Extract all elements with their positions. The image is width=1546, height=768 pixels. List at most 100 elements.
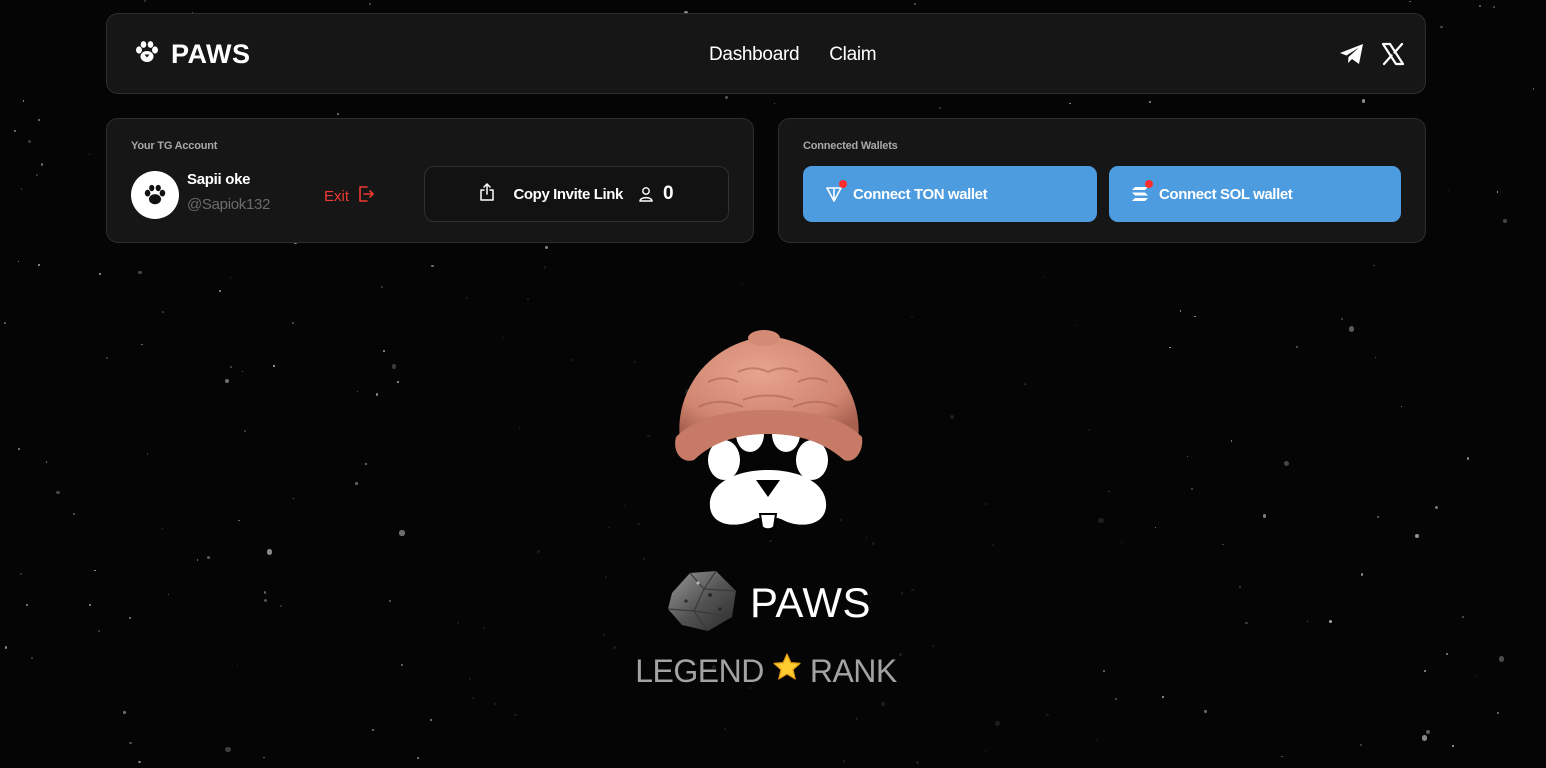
background-star [900, 592, 904, 595]
background-star [984, 750, 987, 752]
background-star [1341, 318, 1344, 321]
background-star [1155, 527, 1157, 529]
background-star [1221, 543, 1224, 546]
background-star [1466, 457, 1470, 460]
notification-dot [839, 180, 847, 188]
background-star [37, 118, 40, 121]
background-star [545, 246, 548, 249]
background-star [138, 760, 141, 764]
rank-left-text: LEGEND [635, 652, 764, 689]
ton-icon [823, 180, 847, 205]
background-star [1306, 620, 1309, 623]
background-star [633, 360, 636, 363]
connect-ton-wallet-button[interactable]: Connect TON wallet [803, 166, 1097, 222]
background-star [1042, 276, 1045, 278]
background-star [1373, 264, 1375, 266]
background-star [417, 756, 419, 759]
background-star [382, 350, 385, 353]
nav-dashboard-link[interactable]: Dashboard [709, 44, 800, 66]
background-star [1179, 310, 1182, 312]
background-star [1239, 586, 1242, 589]
background-star [1503, 219, 1507, 223]
background-star [429, 718, 433, 722]
background-star [1414, 533, 1420, 539]
background-star [207, 555, 210, 559]
background-star [396, 381, 399, 384]
background-star [932, 645, 934, 647]
background-star [1359, 743, 1362, 746]
background-star [17, 261, 19, 263]
rank-label: LEGEND RANK [635, 652, 897, 690]
background-star [225, 746, 231, 753]
background-star [1426, 729, 1431, 734]
user-icon [639, 186, 653, 202]
copy-invite-link-label: Copy Invite Link [513, 185, 623, 203]
background-star [1421, 735, 1427, 741]
background-star [14, 129, 17, 132]
background-star [1169, 346, 1171, 349]
solana-icon [1129, 180, 1153, 205]
background-star [456, 622, 460, 625]
background-star [391, 364, 397, 369]
background-star [1478, 5, 1481, 8]
background-star [1496, 191, 1499, 193]
background-star [3, 321, 6, 324]
x-icon[interactable] [1381, 42, 1405, 66]
background-star [1097, 711, 1099, 713]
background-star [608, 526, 610, 529]
background-star [1435, 505, 1439, 509]
background-star [99, 273, 101, 275]
background-star [1348, 326, 1355, 332]
background-star [1050, 554, 1053, 557]
copy-invite-link-button[interactable]: Copy Invite Link 0 [424, 166, 729, 222]
background-star [1102, 669, 1105, 672]
background-star [55, 490, 60, 495]
background-star [1076, 325, 1078, 327]
background-star [355, 482, 358, 485]
background-star [1108, 490, 1110, 493]
background-star [899, 652, 903, 656]
connect-sol-wallet-button[interactable]: Connect SOL wallet [1109, 166, 1401, 222]
background-star [1462, 616, 1464, 618]
background-star [375, 393, 379, 396]
star-icon [772, 652, 802, 690]
background-star [769, 539, 772, 543]
invite-count: 0 [662, 183, 674, 204]
background-star [292, 321, 295, 325]
paw-icon [144, 184, 166, 205]
main-nav: Dashboard Claim [709, 44, 877, 66]
telegram-icon[interactable] [1339, 43, 1365, 65]
background-star [1400, 405, 1402, 407]
brand-name: PAWS [171, 39, 251, 69]
background-star [1361, 99, 1366, 103]
background-star [741, 551, 743, 553]
background-star [647, 435, 650, 438]
brand-logo[interactable]: PAWS [133, 38, 251, 71]
background-star [1445, 653, 1448, 656]
connected-wallets-label: Connected Wallets [803, 140, 898, 152]
background-star [469, 678, 472, 681]
background-star [279, 605, 282, 608]
exit-button[interactable]: Exit [324, 185, 375, 207]
background-star [1424, 670, 1426, 672]
background-star [1204, 710, 1207, 713]
background-star [25, 603, 28, 606]
background-star [129, 616, 132, 619]
background-star [1098, 517, 1105, 524]
background-star [472, 697, 474, 699]
background-star [913, 2, 917, 6]
background-star [1375, 357, 1377, 359]
background-star [1447, 189, 1450, 191]
background-star [773, 102, 776, 105]
nav-claim-link[interactable]: Claim [829, 44, 876, 66]
tg-account-label: Your TG Account [131, 140, 218, 152]
background-star [242, 370, 244, 373]
background-star [236, 664, 239, 667]
background-star [738, 752, 740, 754]
rank-right-text: RANK [809, 652, 897, 689]
background-star [1497, 711, 1500, 714]
background-star [138, 270, 142, 275]
background-star [263, 598, 267, 602]
background-star [482, 627, 485, 630]
background-star [451, 729, 453, 731]
